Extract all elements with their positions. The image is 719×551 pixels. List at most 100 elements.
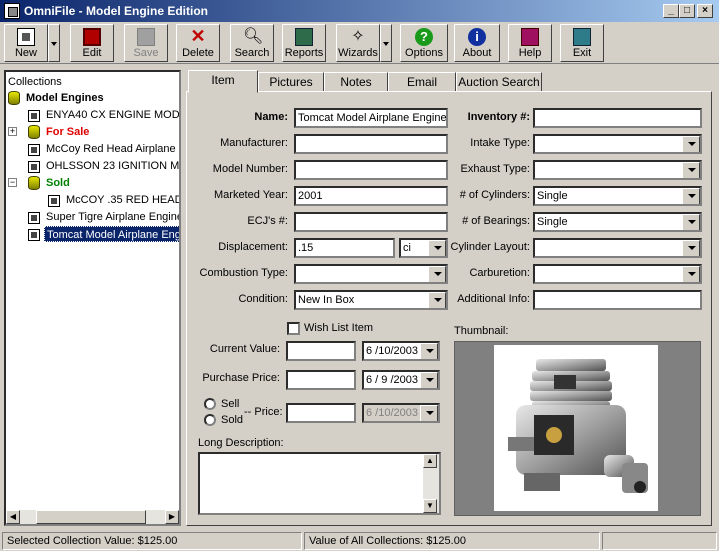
tree-item[interactable]: Super Tigre Airplane Engine — [46, 209, 179, 225]
maximize-button[interactable]: □ — [679, 4, 695, 18]
scroll-thumb[interactable] — [36, 510, 146, 524]
thumbnail-label: Thumbnail: — [454, 325, 509, 337]
tree-item[interactable]: McCOY .35 RED HEAD — [66, 192, 179, 208]
tree-item[interactable]: McCoy Red Head Airplane E — [46, 141, 179, 157]
displacement-field[interactable]: .15 — [294, 238, 395, 258]
model-number-field[interactable] — [294, 160, 448, 180]
tree-item[interactable]: OHLSSON 23 IGNITION MO — [46, 158, 179, 174]
delete-icon: ✕ — [190, 26, 206, 46]
status-panel-empty — [602, 532, 717, 550]
tree-item-model-engines[interactable]: Model Engines — [26, 90, 104, 106]
exhaust-type-select[interactable] — [533, 160, 702, 180]
intake-type-select[interactable] — [533, 134, 702, 154]
wizards-dropdown-button[interactable] — [380, 24, 392, 62]
database-icon — [28, 176, 40, 190]
purchase-price-label: Purchase Price: — [202, 372, 280, 384]
inventory-field[interactable] — [533, 108, 702, 128]
carburetion-label: Carburetion: — [469, 267, 530, 279]
tree-root-label: Collections — [8, 76, 62, 88]
long-description-textarea[interactable]: ▲ ▼ — [198, 452, 441, 515]
record-icon — [28, 144, 40, 156]
about-button[interactable]: i About — [454, 24, 500, 62]
additional-info-field[interactable] — [533, 290, 702, 310]
tree-item[interactable]: ENYA40 CX ENGINE MODE — [46, 107, 179, 123]
edit-button[interactable]: Edit — [70, 24, 114, 62]
marketed-year-label: Marketed Year: — [214, 189, 288, 201]
sale-price-field[interactable] — [286, 403, 356, 423]
wish-list-label: Wish List Item — [304, 322, 374, 334]
engine-photo — [494, 345, 658, 511]
cylinder-layout-select[interactable] — [533, 238, 702, 258]
scroll-right-button[interactable]: ▶ — [165, 510, 179, 524]
bearings-select[interactable]: Single — [533, 212, 702, 232]
save-button[interactable]: Save — [124, 24, 168, 62]
save-label: Save — [133, 47, 159, 59]
record-icon — [48, 195, 60, 207]
tab-pictures[interactable]: Pictures — [258, 72, 324, 92]
current-date-picker[interactable]: 6 /10/2003 — [362, 341, 440, 361]
toolbar: New Edit Save ✕ Delete 🔍︎ Search Reports… — [0, 22, 719, 64]
help-book-icon — [521, 28, 539, 46]
tab-email[interactable]: Email — [388, 72, 456, 92]
record-icon — [28, 161, 40, 173]
reports-button[interactable]: Reports — [282, 24, 326, 62]
tab-item[interactable]: Item — [188, 70, 258, 93]
close-button[interactable]: × — [697, 4, 713, 18]
database-icon — [28, 125, 40, 139]
new-button[interactable]: New — [4, 24, 48, 62]
combustion-type-select[interactable] — [294, 264, 448, 284]
sold-radio[interactable] — [204, 414, 216, 426]
scroll-left-button[interactable]: ◀ — [6, 510, 20, 524]
current-value-field[interactable] — [286, 341, 356, 361]
carburetion-select[interactable] — [533, 264, 702, 284]
sell-radio[interactable] — [204, 398, 216, 410]
wizards-button[interactable]: ✧ Wizards — [336, 24, 380, 62]
tab-auction-search[interactable]: Auction Search — [456, 72, 542, 92]
search-label: Search — [234, 47, 270, 59]
record-icon — [28, 212, 40, 224]
record-icon — [28, 229, 40, 241]
cylinders-label: # of Cylinders: — [459, 189, 530, 201]
tree-item-selected[interactable]: Tomcat Model Airplane Eng — [44, 226, 179, 242]
record-icon — [28, 110, 40, 122]
selected-collection-value: Selected Collection Value: $125.00 — [2, 532, 302, 550]
wish-list-checkbox[interactable] — [287, 322, 300, 335]
purchase-price-field[interactable] — [286, 370, 356, 390]
tree-horizontal-scrollbar[interactable]: ◀ ▶ — [6, 510, 179, 524]
marketed-year-field[interactable]: 2001 — [294, 186, 448, 206]
condition-select[interactable]: New In Box — [294, 290, 448, 310]
status-bar: Selected Collection Value: $125.00 Value… — [0, 530, 719, 551]
ecj-field[interactable] — [294, 212, 448, 232]
search-button[interactable]: 🔍︎ Search — [230, 24, 274, 62]
delete-button[interactable]: ✕ Delete — [176, 24, 220, 62]
displacement-unit-select[interactable]: ci — [399, 238, 448, 258]
intake-type-label: Intake Type: — [470, 137, 530, 149]
scroll-down-button[interactable]: ▼ — [423, 499, 437, 513]
tree-item-sold[interactable]: Sold — [46, 175, 70, 191]
additional-info-label: Additional Info: — [457, 293, 530, 305]
collections-tree[interactable]: Collections Model Engines ENYA40 CX ENGI… — [4, 70, 181, 526]
purchase-date-picker[interactable]: 6 / 9 /2003 — [362, 370, 440, 390]
exhaust-type-label: Exhaust Type: — [460, 163, 530, 175]
options-button[interactable]: ? Options — [400, 24, 448, 62]
name-field[interactable]: Tomcat Model Airplane Engine — [294, 108, 448, 128]
new-icon — [17, 28, 35, 46]
new-dropdown-button[interactable] — [48, 24, 60, 62]
manufacturer-field[interactable] — [294, 134, 448, 154]
exit-label: Exit — [572, 47, 592, 59]
expand-icon[interactable]: + — [8, 127, 17, 136]
description-scrollbar[interactable]: ▲ ▼ — [423, 454, 439, 513]
wizards-label: Wizards — [338, 47, 378, 59]
info-icon: i — [468, 28, 486, 46]
displacement-label: Displacement: — [218, 241, 288, 253]
inventory-label: Inventory #: — [467, 111, 530, 123]
help-button[interactable]: Help — [508, 24, 552, 62]
sale-date-picker[interactable]: 6 /10/2003 — [362, 403, 440, 423]
tab-notes[interactable]: Notes — [324, 72, 388, 92]
cylinders-select[interactable]: Single — [533, 186, 702, 206]
collapse-icon[interactable]: − — [8, 178, 17, 187]
tree-item-for-sale[interactable]: For Sale — [46, 124, 89, 140]
exit-button[interactable]: Exit — [560, 24, 604, 62]
scroll-up-button[interactable]: ▲ — [423, 454, 437, 468]
minimize-button[interactable]: _ — [663, 4, 679, 18]
